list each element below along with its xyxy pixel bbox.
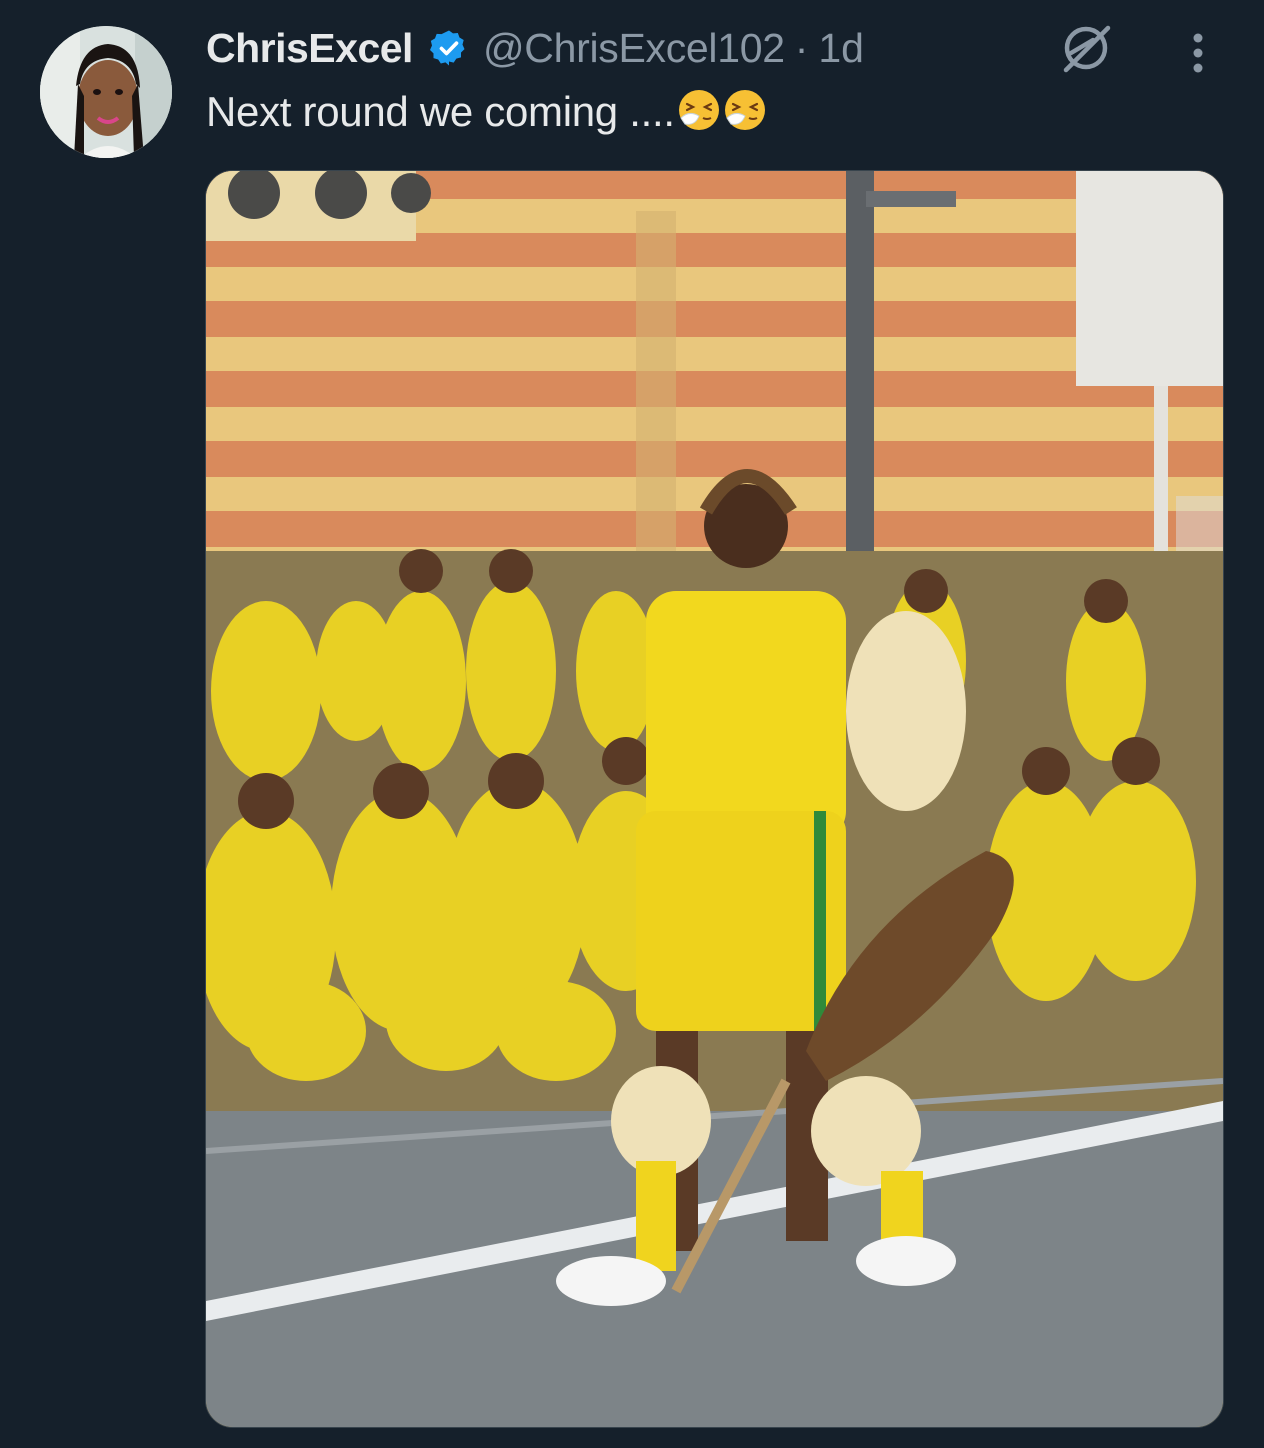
tweet-photo[interactable] [205,170,1224,1428]
sneezing-face-emoji [723,88,767,132]
grok-icon[interactable] [1056,20,1116,76]
separator-dot: · [794,24,809,71]
tweet[interactable]: ChrisExcel @ChrisExcel102 · 1d Next roun… [0,0,1264,1448]
tweet-text: Next round we coming .... [206,88,767,136]
timestamp[interactable]: 1d [818,25,864,72]
display-name[interactable]: ChrisExcel [206,25,413,72]
user-handle[interactable]: @ChrisExcel102 [483,25,785,72]
more-options-icon[interactable] [1180,28,1216,78]
verified-badge-icon [429,28,469,68]
tweet-header: ChrisExcel @ChrisExcel102 · 1d [206,22,864,74]
sneezing-face-emoji [677,88,721,132]
avatar[interactable] [40,26,172,158]
tweet-text-content: Next round we coming .... [206,88,675,135]
